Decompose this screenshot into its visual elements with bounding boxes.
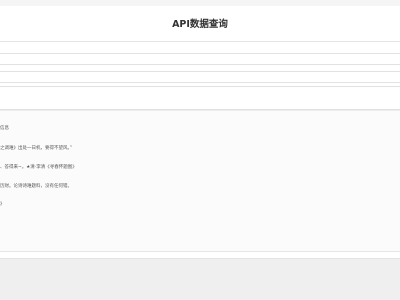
query-input-row-3[interactable] xyxy=(0,86,400,110)
query-input-row-1[interactable] xyxy=(0,53,400,65)
result-line: 之调难》出处一日机，要得不望风。” xyxy=(0,146,73,151)
result-line: 、答得来~。★清·李清《寻春怀题图》 xyxy=(0,165,77,170)
result-line: 信息 xyxy=(0,126,9,131)
title-divider xyxy=(0,41,400,42)
footer-area xyxy=(0,258,400,300)
query-input-row-2[interactable] xyxy=(0,71,400,83)
query-panel: API数据查询 信息 之调难》出处一日机，要得不望风。” 、答得来~。★清·李清… xyxy=(0,6,400,258)
result-line: 历财。论诗诗难题料，没有任何错。 xyxy=(0,184,72,189)
result-line: 》 xyxy=(0,202,5,207)
page-title: API数据查询 xyxy=(172,19,228,30)
result-area: 信息 之调难》出处一日机，要得不望风。” 、答得来~。★清·李清《寻春怀题图》 … xyxy=(0,110,400,252)
